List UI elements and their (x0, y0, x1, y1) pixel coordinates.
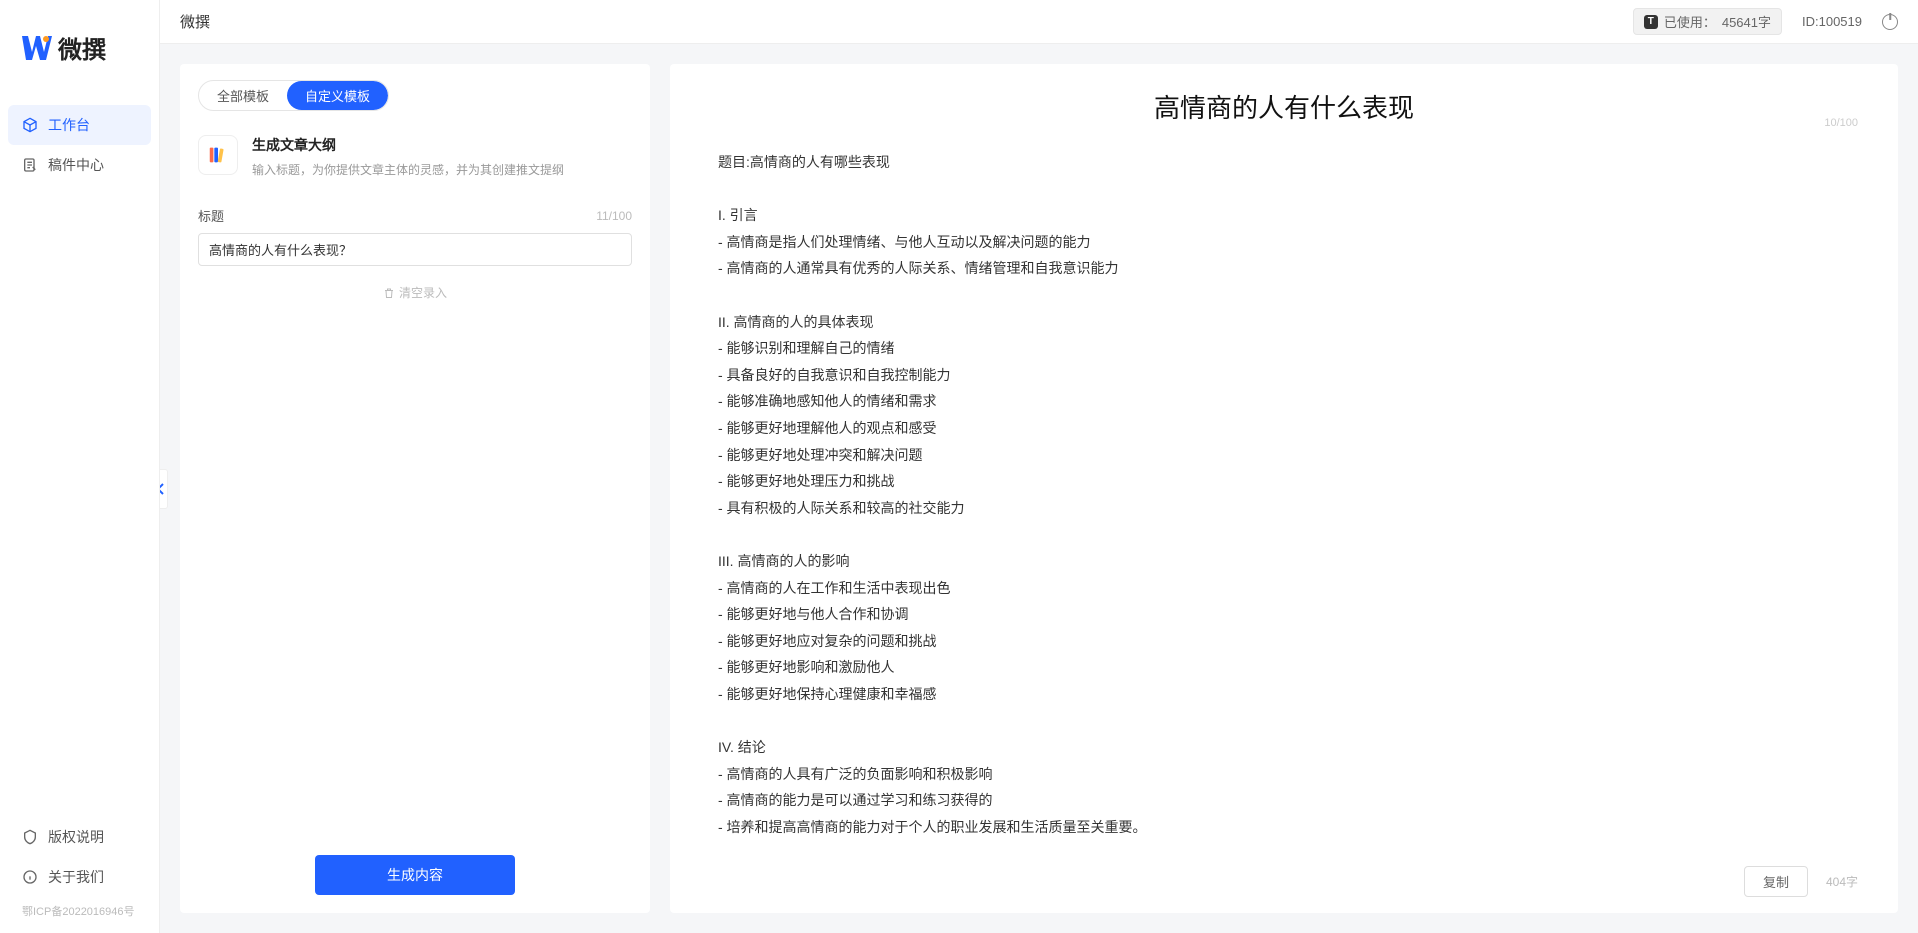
icp-text: 鄂ICP备2022016946号 (8, 897, 151, 925)
result-panel: 高情商的人有什么表现 10/100 题目:高情商的人有哪些表现 I. 引言 - … (670, 64, 1898, 913)
brand-name: 微撰 (58, 30, 106, 65)
title-label: 标题 (198, 206, 224, 225)
logo-icon (20, 32, 52, 64)
tab-all-templates[interactable]: 全部模板 (199, 81, 287, 110)
cube-icon (22, 117, 38, 133)
logo: 微撰 (0, 0, 159, 105)
clear-label: 清空录入 (399, 284, 447, 301)
usage-badge[interactable]: T 已使用： 45641字 (1633, 8, 1782, 35)
user-id: ID:100519 (1802, 14, 1862, 29)
nav-workspace[interactable]: 工作台 (8, 105, 151, 145)
copy-button[interactable]: 复制 (1744, 866, 1808, 897)
footer-label: 关于我们 (48, 867, 104, 887)
footer-copyright[interactable]: 版权说明 (8, 817, 151, 857)
text-icon: T (1644, 15, 1658, 29)
result-body: 题目:高情商的人有哪些表现 I. 引言 - 高情商是指人们处理情绪、与他人互动以… (710, 149, 1858, 854)
template-title: 生成文章大纲 (252, 135, 564, 155)
info-icon (22, 869, 38, 885)
tab-custom-templates[interactable]: 自定义模板 (287, 81, 388, 110)
input-panel: 全部模板 自定义模板 生成文章大纲 输入标题，为你提供文章主体的灵感，并为其创建… (180, 64, 650, 913)
shield-icon (22, 829, 38, 845)
topbar: 微撰 T 已使用： 45641字 ID:100519 (160, 0, 1918, 44)
sidebar-footer: 版权说明 关于我们 鄂ICP备2022016946号 (0, 817, 159, 933)
template-desc: 输入标题，为你提供文章主体的灵感，并为其创建推文提纲 (252, 161, 564, 178)
footer-about[interactable]: 关于我们 (8, 857, 151, 897)
usage-prefix: 已使用： (1664, 12, 1716, 31)
nav-label: 工作台 (48, 115, 90, 135)
word-count: 404字 (1826, 873, 1858, 890)
nav-drafts[interactable]: 稿件中心 (8, 145, 151, 185)
usage-value: 45641字 (1722, 12, 1771, 31)
document-icon (22, 157, 38, 173)
title-char-count: 11/100 (596, 209, 632, 223)
footer-label: 版权说明 (48, 827, 104, 847)
chevron-left-icon (160, 483, 165, 495)
page-title: 微撰 (180, 11, 210, 32)
result-title-count: 10/100 (1824, 117, 1858, 129)
nav-label: 稿件中心 (48, 155, 104, 175)
template-icon (198, 135, 238, 175)
generate-button[interactable]: 生成内容 (315, 855, 515, 895)
power-icon[interactable] (1882, 14, 1898, 30)
sidebar: 微撰 工作台 稿件中心 版权说明 关于我们 鄂ICP备2022016946号 (0, 0, 160, 933)
template-card: 生成文章大纲 输入标题，为你提供文章主体的灵感，并为其创建推文提纲 (198, 135, 632, 178)
result-title: 高情商的人有什么表现 (710, 88, 1858, 125)
collapse-handle[interactable] (160, 469, 168, 509)
template-tabs: 全部模板 自定义模板 (198, 80, 389, 111)
clear-input-button[interactable]: 清空录入 (198, 284, 632, 301)
title-input[interactable] (198, 233, 632, 266)
main-nav: 工作台 稿件中心 (0, 105, 159, 817)
books-icon (207, 144, 229, 166)
trash-icon (383, 287, 395, 299)
